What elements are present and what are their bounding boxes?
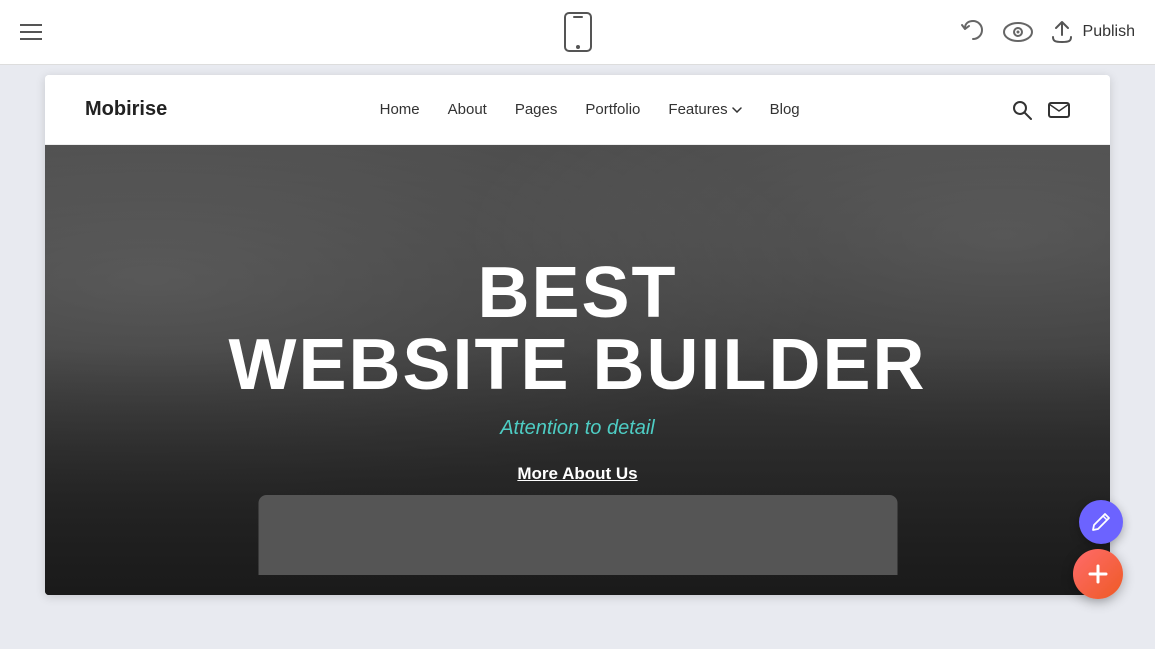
nav-link-blog[interactable]: Blog [770,101,800,118]
undo-button[interactable] [959,18,987,46]
nav-links: Home About Pages Portfolio Features Blog [380,101,800,118]
email-nav-icon [1048,102,1070,118]
dropdown-arrow-icon [732,107,742,113]
floating-edit-button[interactable] [1079,500,1123,544]
publish-label: Publish [1083,23,1135,41]
toolbar-center [564,12,592,52]
website-preview: Mobirise Home About Pages Portfolio Feat… [45,75,1110,595]
hero-content: BEST WEBSITE BUILDER Attention to detail… [228,257,926,484]
publish-button[interactable]: Publish [1049,19,1135,45]
mobile-preview-button[interactable] [564,12,592,52]
hero-title-line2: WEBSITE BUILDER [228,329,926,401]
search-nav-button[interactable] [1012,100,1032,120]
nav-link-portfolio[interactable]: Portfolio [585,101,640,118]
pencil-icon [1091,512,1111,532]
nav-icons [1012,100,1070,120]
eye-icon [1003,21,1033,43]
site-navigation: Mobirise Home About Pages Portfolio Feat… [45,75,1110,145]
hamburger-icon [20,24,42,40]
plus-icon [1086,562,1110,586]
nav-link-features[interactable]: Features [668,101,741,118]
preview-button[interactable] [1003,21,1033,43]
toolbar: Publish [0,0,1155,65]
hamburger-menu-button[interactable] [20,24,42,40]
hero-subtitle: Attention to detail [228,417,926,440]
hero-section: BEST WEBSITE BUILDER Attention to detail… [45,145,1110,595]
email-nav-button[interactable] [1048,102,1070,118]
toolbar-left [20,24,42,40]
canvas-area[interactable]: Mobirise Home About Pages Portfolio Feat… [0,65,1155,649]
floating-add-button[interactable] [1073,549,1123,599]
nav-link-pages[interactable]: Pages [515,101,558,118]
phone-icon [564,12,592,52]
nav-link-about[interactable]: About [448,101,487,118]
search-nav-icon [1012,100,1032,120]
publish-upload-icon [1049,19,1075,45]
hero-title-line1: BEST [228,257,926,329]
undo-icon [959,18,987,46]
nav-link-home[interactable]: Home [380,101,420,118]
site-logo: Mobirise [85,98,167,121]
toolbar-right: Publish [959,18,1135,46]
hero-cta-button[interactable]: More About Us [517,464,637,484]
